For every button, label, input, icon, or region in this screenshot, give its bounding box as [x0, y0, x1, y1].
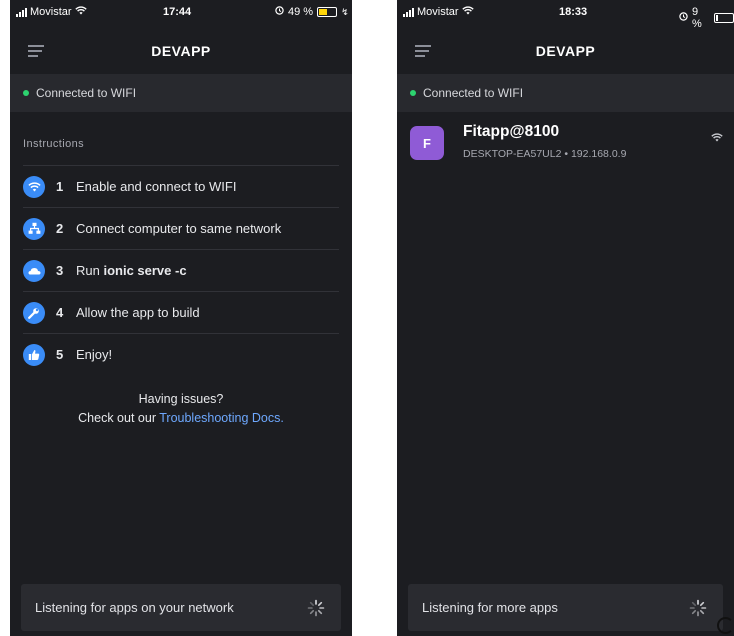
connection-status-bar: Connected to WIFI: [10, 74, 352, 112]
instruction-item: 4 Allow the app to build: [23, 291, 339, 333]
terminal-icon: [23, 259, 45, 282]
step-number: 4: [56, 305, 64, 320]
step-number: 2: [56, 221, 64, 236]
step-text: Connect computer to same network: [76, 221, 282, 236]
instruction-item: 3 Run ionic serve -c: [23, 249, 339, 291]
instruction-item: 5 Enjoy!: [23, 333, 339, 375]
help-section: Having issues? Check out our Troubleshoo…: [10, 390, 352, 428]
command-text: ionic serve -c: [103, 263, 187, 278]
wifi-status-icon: [74, 6, 87, 18]
listening-text: Listening for more apps: [422, 600, 558, 615]
carrier-label: Movistar: [417, 6, 459, 18]
step-number: 5: [56, 347, 64, 362]
instruction-item: 1 Enable and connect to WIFI: [23, 165, 339, 207]
spinner-icon: [689, 599, 707, 617]
status-dot-icon: [23, 90, 29, 96]
network-icon: [23, 217, 45, 240]
help-question: Having issues?: [138, 392, 224, 406]
carrier-label: Movistar: [30, 6, 72, 18]
wifi-status-icon: [461, 6, 474, 18]
status-bar: Movistar 18:33 9 %: [397, 0, 734, 30]
charging-icon: ↯: [341, 6, 349, 17]
listening-text: Listening for apps on your network: [35, 600, 234, 615]
cursor-loop-icon: [717, 617, 734, 634]
instruction-item: 2 Connect computer to same network: [23, 207, 339, 249]
app-list-item[interactable]: F Fitapp@8100 DESKTOP-EA57UL2 • 192.168.…: [410, 118, 726, 170]
phone-screen-left: Movistar 17:44 49 % ↯ DEVAPP Connected t…: [10, 0, 352, 636]
listening-footer: Listening for apps on your network: [21, 584, 341, 631]
carrier: Movistar: [403, 6, 474, 18]
step-text: Enjoy!: [76, 347, 113, 362]
battery-status: 49 % ↯: [275, 6, 349, 18]
nav-bar: DEVAPP: [10, 28, 352, 74]
battery-icon: [317, 7, 338, 17]
step-number: 1: [56, 179, 64, 194]
alarm-icon: [679, 12, 688, 24]
status-bar: Movistar 17:44 49 % ↯: [10, 0, 352, 28]
app-host-address: DESKTOP-EA57UL2 • 192.168.0.9: [463, 148, 627, 160]
nav-bar: DEVAPP: [397, 28, 734, 74]
page-title: DEVAPP: [151, 43, 211, 59]
connection-status-text: Connected to WIFI: [36, 86, 137, 100]
page-title: DEVAPP: [535, 43, 596, 59]
battery-percent: 49 %: [288, 6, 314, 18]
phone-screen-right: Movistar 18:33 9 % DEVAPP Connected to W…: [397, 0, 734, 636]
step-text: Enable and connect to WIFI: [76, 179, 237, 194]
app-avatar: F: [410, 126, 444, 160]
step-number: 3: [56, 263, 64, 278]
app-name: Fitapp@8100: [463, 123, 560, 140]
help-prefix: Check out our: [78, 411, 160, 425]
step-text-prefix: Run: [76, 263, 104, 278]
wrench-icon: [23, 301, 45, 324]
alarm-icon: [275, 6, 284, 18]
battery-percent: 9 %: [692, 6, 702, 30]
help-line: Check out our Troubleshooting Docs.: [10, 409, 352, 428]
status-dot-icon: [410, 90, 416, 96]
instructions-heading: Instructions: [23, 138, 85, 150]
battery-status: 9 %: [679, 6, 734, 30]
battery-icon: [714, 13, 734, 23]
wifi-icon: [23, 175, 45, 198]
listening-footer: Listening for more apps: [408, 584, 723, 631]
spinner-icon: [307, 599, 325, 617]
thumbs-up-icon: [23, 343, 45, 366]
signal-icon: [16, 7, 27, 17]
clock: 18:33: [559, 6, 588, 18]
step-text: Run ionic serve -c: [76, 263, 187, 278]
signal-icon: [403, 7, 414, 17]
carrier: Movistar: [16, 6, 87, 18]
connection-status-text: Connected to WIFI: [423, 86, 524, 100]
troubleshooting-docs-link[interactable]: Troubleshooting Docs.: [159, 411, 284, 425]
clock: 17:44: [163, 6, 192, 18]
wifi-icon: [711, 129, 723, 147]
connection-status-bar: Connected to WIFI: [397, 74, 734, 112]
instructions-list: 1 Enable and connect to WIFI 2 Connect c…: [23, 165, 339, 375]
step-text: Allow the app to build: [76, 305, 200, 320]
